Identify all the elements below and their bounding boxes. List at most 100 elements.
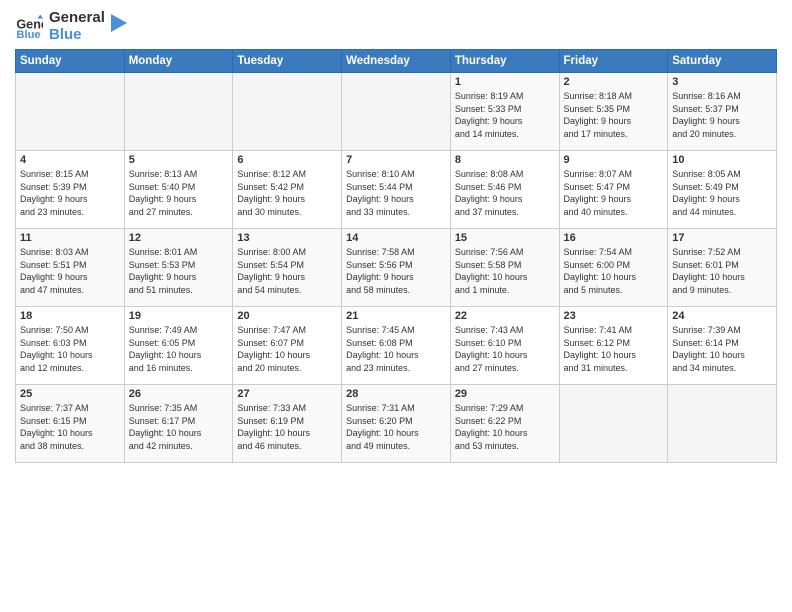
logo-blue: Blue [49, 27, 105, 44]
day-info: Sunrise: 8:19 AM Sunset: 5:33 PM Dayligh… [455, 90, 555, 140]
day-number: 10 [672, 154, 772, 166]
header-cell-tuesday: Tuesday [233, 50, 342, 73]
day-cell: 26Sunrise: 7:35 AM Sunset: 6:17 PM Dayli… [124, 385, 233, 463]
day-cell: 9 Sunrise: 8:07 AM Sunset: 5:47 PM Daylig… [559, 151, 668, 229]
day-cell: 29 Sunrise: 7:29 AM Sunset: 6:22 PM Dayli… [450, 385, 559, 463]
day-info: Sunrise: 7:33 AM Sunset: 6:19 PM Dayligh… [237, 402, 337, 452]
day-cell: 5Sunrise: 8:13 AM Sunset: 5:40 PM Daylig… [124, 151, 233, 229]
day-info: Sunrise: 8:18 AM Sunset: 5:35 PM Dayligh… [564, 90, 664, 140]
day-number: 2 [564, 76, 664, 88]
day-cell: 27 Sunrise: 7:33 AM Sunset: 6:19 PM Dayli… [233, 385, 342, 463]
day-cell: 8Sunrise: 8:08 AM Sunset: 5:46 PM Daylig… [450, 151, 559, 229]
logo-icon: General Blue [15, 13, 43, 41]
day-info: Sunrise: 7:50 AM Sunset: 6:03 PM Dayligh… [20, 324, 120, 374]
day-number: 13 [237, 232, 337, 244]
day-info: Sunrise: 8:03 AM Sunset: 5:51 PM Dayligh… [20, 246, 120, 296]
calendar-table: SundayMondayTuesdayWednesdayThursdayFrid… [15, 49, 777, 463]
day-cell: 24 Sunrise: 7:39 AM Sunset: 6:14 PM Dayli… [668, 307, 777, 385]
logo-general: General [49, 10, 105, 27]
day-number: 7 [346, 154, 446, 166]
day-info: Sunrise: 7:39 AM Sunset: 6:14 PM Dayligh… [672, 324, 772, 374]
day-number: 11 [20, 232, 120, 244]
week-row-1: 1 Sunrise: 8:19 AM Sunset: 5:33 PM Daylig… [16, 73, 777, 151]
day-number: 6 [237, 154, 337, 166]
day-info: Sunrise: 7:29 AM Sunset: 6:22 PM Dayligh… [455, 402, 555, 452]
day-cell: 22 Sunrise: 7:43 AM Sunset: 6:10 PM Dayli… [450, 307, 559, 385]
day-number: 29 [455, 388, 555, 400]
day-cell: 10 Sunrise: 8:05 AM Sunset: 5:49 PM Dayli… [668, 151, 777, 229]
week-row-3: 11 Sunrise: 8:03 AM Sunset: 5:51 PM Dayli… [16, 229, 777, 307]
day-number: 24 [672, 310, 772, 322]
day-number: 3 [672, 76, 772, 88]
day-number: 27 [237, 388, 337, 400]
day-info: Sunrise: 8:10 AM Sunset: 5:44 PM Dayligh… [346, 168, 446, 218]
day-cell [342, 73, 451, 151]
day-number: 12 [129, 232, 229, 244]
day-info: Sunrise: 8:07 AM Sunset: 5:47 PM Dayligh… [564, 168, 664, 218]
day-cell: 7 Sunrise: 8:10 AM Sunset: 5:44 PM Daylig… [342, 151, 451, 229]
day-cell: 13 Sunrise: 8:00 AM Sunset: 5:54 PM Dayli… [233, 229, 342, 307]
calendar-page: General Blue General Blue SundayMondayTu… [0, 0, 792, 473]
day-cell: 21 Sunrise: 7:45 AM Sunset: 6:08 PM Dayli… [342, 307, 451, 385]
day-cell: 14 Sunrise: 7:58 AM Sunset: 5:56 PM Dayli… [342, 229, 451, 307]
day-number: 21 [346, 310, 446, 322]
day-cell: 23 Sunrise: 7:41 AM Sunset: 6:12 PM Dayli… [559, 307, 668, 385]
logo: General Blue General Blue [15, 10, 127, 43]
day-cell: 1 Sunrise: 8:19 AM Sunset: 5:33 PM Daylig… [450, 73, 559, 151]
day-cell [559, 385, 668, 463]
day-cell: 19Sunrise: 7:49 AM Sunset: 6:05 PM Dayli… [124, 307, 233, 385]
day-number: 23 [564, 310, 664, 322]
day-cell: 17 Sunrise: 7:52 AM Sunset: 6:01 PM Dayli… [668, 229, 777, 307]
day-cell: 20Sunrise: 7:47 AM Sunset: 6:07 PM Dayli… [233, 307, 342, 385]
day-cell: 6Sunrise: 8:12 AM Sunset: 5:42 PM Daylig… [233, 151, 342, 229]
header-cell-sunday: Sunday [16, 50, 125, 73]
week-row-2: 4 Sunrise: 8:15 AM Sunset: 5:39 PM Daylig… [16, 151, 777, 229]
day-number: 14 [346, 232, 446, 244]
day-cell [233, 73, 342, 151]
header-row: SundayMondayTuesdayWednesdayThursdayFrid… [16, 50, 777, 73]
day-info: Sunrise: 7:58 AM Sunset: 5:56 PM Dayligh… [346, 246, 446, 296]
week-row-4: 18 Sunrise: 7:50 AM Sunset: 6:03 PM Dayli… [16, 307, 777, 385]
day-info: Sunrise: 7:41 AM Sunset: 6:12 PM Dayligh… [564, 324, 664, 374]
day-cell: 25 Sunrise: 7:37 AM Sunset: 6:15 PM Dayli… [16, 385, 125, 463]
day-cell [16, 73, 125, 151]
day-info: Sunrise: 7:43 AM Sunset: 6:10 PM Dayligh… [455, 324, 555, 374]
day-number: 28 [346, 388, 446, 400]
day-info: Sunrise: 7:52 AM Sunset: 6:01 PM Dayligh… [672, 246, 772, 296]
header-cell-wednesday: Wednesday [342, 50, 451, 73]
week-row-5: 25 Sunrise: 7:37 AM Sunset: 6:15 PM Dayli… [16, 385, 777, 463]
day-info: Sunrise: 8:13 AM Sunset: 5:40 PM Dayligh… [129, 168, 229, 218]
day-info: Sunrise: 8:05 AM Sunset: 5:49 PM Dayligh… [672, 168, 772, 218]
day-info: Sunrise: 8:08 AM Sunset: 5:46 PM Dayligh… [455, 168, 555, 218]
header: General Blue General Blue [15, 10, 777, 43]
day-info: Sunrise: 7:54 AM Sunset: 6:00 PM Dayligh… [564, 246, 664, 296]
day-number: 18 [20, 310, 120, 322]
day-number: 25 [20, 388, 120, 400]
day-info: Sunrise: 7:56 AM Sunset: 5:58 PM Dayligh… [455, 246, 555, 296]
day-cell: 18 Sunrise: 7:50 AM Sunset: 6:03 PM Dayli… [16, 307, 125, 385]
day-info: Sunrise: 7:45 AM Sunset: 6:08 PM Dayligh… [346, 324, 446, 374]
day-cell [124, 73, 233, 151]
day-number: 9 [564, 154, 664, 166]
day-number: 4 [20, 154, 120, 166]
day-info: Sunrise: 8:01 AM Sunset: 5:53 PM Dayligh… [129, 246, 229, 296]
day-number: 19 [129, 310, 229, 322]
logo-arrow-icon [111, 14, 127, 32]
day-number: 16 [564, 232, 664, 244]
day-cell: 12 Sunrise: 8:01 AM Sunset: 5:53 PM Dayli… [124, 229, 233, 307]
day-cell: 28Sunrise: 7:31 AM Sunset: 6:20 PM Dayli… [342, 385, 451, 463]
day-info: Sunrise: 7:37 AM Sunset: 6:15 PM Dayligh… [20, 402, 120, 452]
day-number: 1 [455, 76, 555, 88]
header-cell-saturday: Saturday [668, 50, 777, 73]
day-number: 26 [129, 388, 229, 400]
day-number: 17 [672, 232, 772, 244]
day-info: Sunrise: 8:15 AM Sunset: 5:39 PM Dayligh… [20, 168, 120, 218]
day-info: Sunrise: 8:16 AM Sunset: 5:37 PM Dayligh… [672, 90, 772, 140]
day-info: Sunrise: 8:00 AM Sunset: 5:54 PM Dayligh… [237, 246, 337, 296]
day-number: 15 [455, 232, 555, 244]
day-cell: 3 Sunrise: 8:16 AM Sunset: 5:37 PM Daylig… [668, 73, 777, 151]
day-cell: 2 Sunrise: 8:18 AM Sunset: 5:35 PM Daylig… [559, 73, 668, 151]
day-cell: 11 Sunrise: 8:03 AM Sunset: 5:51 PM Dayli… [16, 229, 125, 307]
day-number: 20 [237, 310, 337, 322]
day-number: 22 [455, 310, 555, 322]
